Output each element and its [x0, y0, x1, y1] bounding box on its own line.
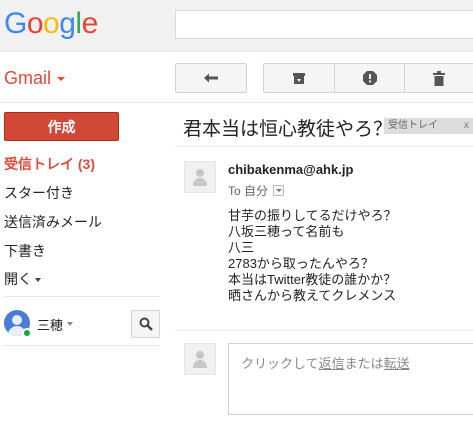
avatar-head-shape: [12, 315, 22, 325]
reply-link[interactable]: 返信: [319, 356, 345, 371]
logo-letter-o1: o: [26, 7, 44, 40]
logo-letter-e: e: [81, 7, 99, 40]
sidebar-item-starred[interactable]: スター付き: [4, 184, 74, 202]
gmail-label: Gmail: [4, 68, 52, 88]
reply-box[interactable]: クリックして返信または転送: [228, 343, 473, 415]
sender-avatar: [184, 161, 216, 193]
avatar-body-shape: [193, 360, 207, 368]
logo-letter-o2: o: [43, 7, 60, 40]
logo-letter-g2: g: [59, 7, 76, 40]
sender-email[interactable]: chibakenma@ahk.jp: [228, 162, 353, 177]
sidebar-item-sent[interactable]: 送信済みメール: [4, 213, 102, 231]
sidebar-item-drafts[interactable]: 下書き: [4, 242, 46, 260]
body-line: 八三: [228, 240, 255, 255]
google-logo[interactable]: Google: [4, 6, 98, 42]
message-body: 甘芋の振りしてるだけやろ？ 八坂三穂って名前も 八三 2783から取ったんやろ？…: [228, 208, 397, 304]
logo-letter-g1: G: [4, 7, 27, 40]
message-subject: 君本当は恒心教徒やろ？: [183, 119, 393, 140]
top-bar: Google: [0, 0, 473, 52]
search-people-button[interactable]: [131, 310, 160, 338]
sidebar-item-more[interactable]: 開く: [4, 270, 41, 288]
delete-icon: [433, 70, 445, 86]
body-line: 本当はTwitter教徒の誰かか？: [228, 272, 397, 287]
body-line: 八坂三穂って名前も: [228, 224, 345, 239]
recipient-line: To 自分: [228, 182, 285, 199]
message-divider: [175, 330, 473, 331]
archive-icon: [293, 73, 305, 84]
archive-button[interactable]: [263, 63, 335, 93]
inbox-label-chip[interactable]: 受信トレイ x: [384, 118, 473, 134]
gmail-switcher[interactable]: Gmail: [4, 66, 66, 90]
action-button-group: [263, 63, 473, 93]
reply-avatar: [184, 343, 216, 375]
avatar-head-shape: [196, 351, 204, 359]
label-chip-text: 受信トレイ: [388, 120, 438, 131]
user-name[interactable]: 三穂: [37, 315, 63, 334]
search-icon: [139, 317, 153, 331]
chevron-down-icon: [57, 77, 66, 82]
reply-icon: [204, 73, 218, 83]
sidebar-item-inbox[interactable]: 受信トレイ (3): [4, 155, 95, 173]
search-input[interactable]: [175, 10, 473, 39]
body-line: 甘芋の振りしてるだけやろ？: [228, 208, 397, 223]
sidebar-divider: [4, 296, 160, 297]
compose-button[interactable]: 作成: [4, 112, 119, 141]
to-value: 自分: [244, 184, 269, 198]
reply-middle: または: [344, 356, 384, 371]
chevron-down-icon: [35, 278, 41, 283]
body-line: 2783から取ったんやろ？: [228, 256, 374, 271]
report-spam-icon: [362, 71, 377, 85]
delete-button[interactable]: [404, 63, 473, 93]
header-divider: [0, 102, 473, 103]
sidebar-divider: [4, 345, 160, 346]
forward-link[interactable]: 転送: [384, 356, 410, 371]
sidebar-item-more-label: 開く: [4, 271, 32, 287]
online-status-icon: [22, 328, 32, 338]
reply-prefix: クリックして: [241, 356, 319, 371]
to-prefix: To: [228, 183, 241, 198]
subject-divider: [175, 146, 473, 147]
chevron-down-icon[interactable]: [67, 322, 73, 326]
avatar-body-shape: [193, 178, 207, 186]
report-spam-button[interactable]: [334, 63, 405, 93]
details-dropdown-icon[interactable]: [273, 185, 285, 196]
avatar-head-shape: [196, 169, 204, 177]
close-icon[interactable]: x: [464, 118, 469, 134]
body-line: 晒さんから教えてクレメンス: [228, 288, 397, 303]
back-button[interactable]: [175, 63, 247, 93]
